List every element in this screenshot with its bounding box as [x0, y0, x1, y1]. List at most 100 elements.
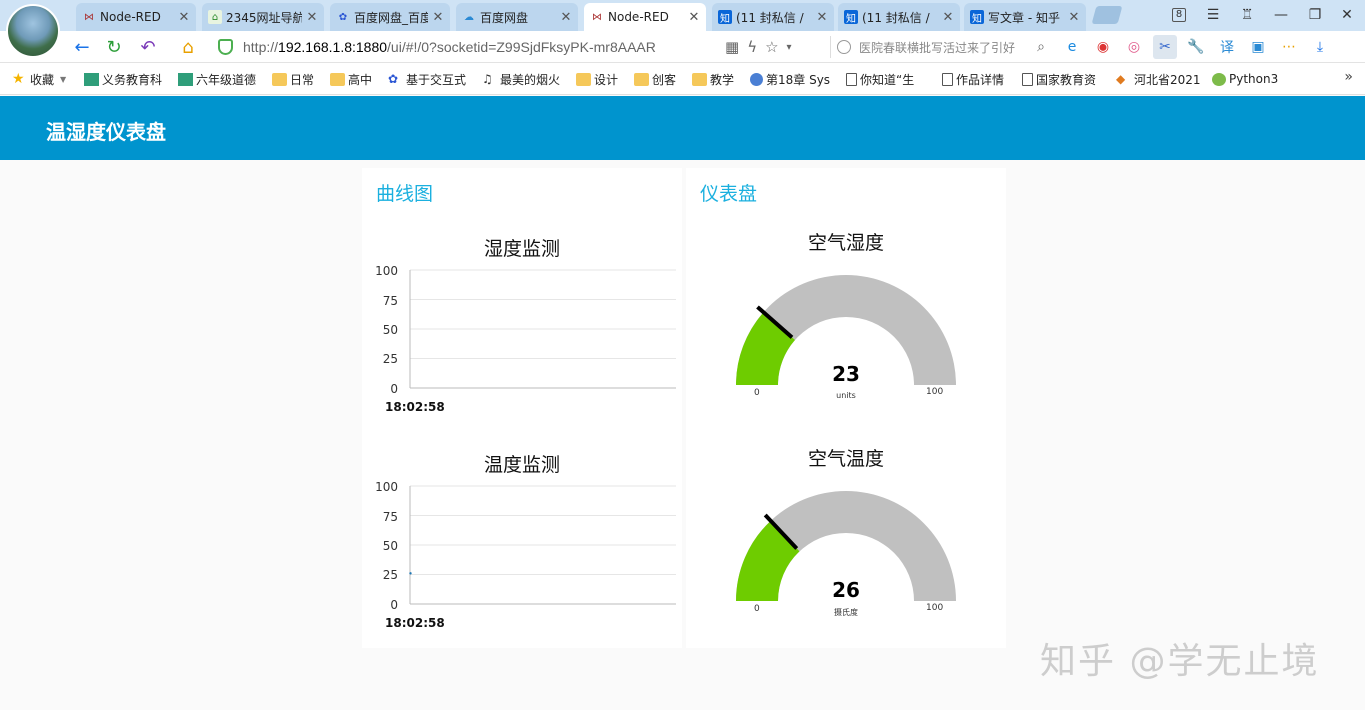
tab-baidu-pan[interactable]: ☁ 百度网盘 ✕ [456, 3, 578, 31]
bookmark-star-icon[interactable]: ☆ [765, 38, 778, 56]
bookmark-folder[interactable]: 设计 [576, 69, 618, 89]
bookmark-item[interactable]: ★ 收藏 ▼ [12, 69, 66, 89]
bookmark-item[interactable]: 作品详情 [942, 69, 1004, 89]
temperature-chart-title: 温度监测 [483, 454, 560, 476]
minimize-icon[interactable]: — [1268, 4, 1294, 26]
tab-zhihu-2[interactable]: 知 (11 封私信 / ✕ [838, 3, 960, 31]
bookmark-site-icon [84, 72, 99, 86]
bookmark-folder[interactable]: 高中 [330, 69, 372, 89]
star-icon: ★ [12, 70, 25, 87]
bookmark-label: 你知道“生 [860, 72, 915, 87]
close-window-icon[interactable]: ✕ [1334, 4, 1360, 26]
temperature-line-chart [409, 485, 676, 605]
close-icon[interactable]: ✕ [178, 10, 190, 25]
menu-icon[interactable]: ☰ [1200, 4, 1226, 26]
refresh-icon[interactable]: ↻ [102, 35, 126, 59]
y-tick-label: 75 [382, 294, 398, 308]
bookmark-item[interactable]: ◆ 河北省2021 [1116, 69, 1201, 89]
ie-icon[interactable]: e [1060, 35, 1084, 59]
tab-zhihu-write[interactable]: 知 写文章 - 知乎 ✕ [964, 3, 1086, 31]
new-tab-button[interactable] [1091, 6, 1123, 24]
bookmark-folder[interactable]: 日常 [272, 69, 314, 89]
close-icon[interactable]: ✕ [560, 10, 572, 25]
folder-icon [272, 72, 287, 86]
dashboard-title: 温湿度仪表盘 [46, 120, 166, 144]
bookmark-item[interactable]: 国家教育资 [1022, 69, 1096, 89]
zhihu-watermark: 知乎 @学无止境 [1040, 641, 1320, 682]
zhihu-icon: 知 [718, 10, 732, 25]
bookmark-label: 设计 [594, 72, 619, 87]
close-icon[interactable]: ✕ [816, 10, 828, 25]
bookmark-label: 高中 [348, 72, 373, 87]
gauge-max-label: 100 [926, 387, 944, 397]
download-icon[interactable]: ⤓ [1308, 35, 1332, 59]
bookmark-item[interactable]: Python3 [1212, 69, 1278, 89]
bookmark-label: 义务教育科 [102, 72, 163, 87]
bookmark-label: 创客 [652, 72, 677, 87]
skin-icon[interactable]: ♖ [1234, 4, 1260, 26]
humidity-line-chart [409, 269, 676, 389]
navigation-bar: ← ↻ ↶ ⌂ http://192.168.1.8:1880/ui/#!/0?… [0, 31, 1365, 63]
url-scheme: http:// [243, 39, 279, 55]
bookmark-item[interactable]: ✿ 基于交互式 [388, 69, 466, 89]
lightning-icon[interactable]: ϟ [747, 38, 757, 56]
search-box[interactable]: 医院春联横批写活过来了引好 ⌕ [830, 36, 1045, 58]
qr-code-icon[interactable]: ▦ [725, 38, 739, 56]
tab-baidu[interactable]: ✿ 百度网盘_百度 ✕ [330, 3, 450, 31]
user-avatar[interactable] [6, 4, 60, 58]
tab-label: 百度网盘_百度 [354, 10, 428, 25]
bookmark-label: 第18章 Sys [766, 72, 831, 87]
back-arrow-icon[interactable]: ← [70, 35, 94, 59]
bookmark-folder[interactable]: 教学 [692, 69, 734, 89]
undo-icon[interactable]: ↶ [136, 35, 160, 59]
tab-node-red-1[interactable]: ⋈ Node-RED ✕ [76, 3, 196, 31]
more-icon[interactable]: ⋯ [1277, 35, 1301, 59]
search-engine-icon [837, 40, 851, 54]
y-tick-label: 25 [382, 568, 398, 582]
close-icon[interactable]: ✕ [432, 10, 444, 25]
bookmark-label: 收藏 [30, 72, 55, 87]
bookmark-item[interactable]: 你知道“生 [846, 69, 914, 89]
tab-node-red-active[interactable]: ⋈ Node-RED ✕ [584, 3, 706, 31]
tab-2345[interactable]: ⌂ 2345网址导航 ✕ [202, 3, 324, 31]
humidity-gauge-title: 空气湿度 [807, 232, 884, 254]
y-tick-label: 100 [375, 264, 398, 278]
bookmark-item[interactable]: 第18章 Sys [750, 69, 830, 89]
tab-zhihu-1[interactable]: 知 (11 封私信 / ✕ [712, 3, 834, 31]
close-icon[interactable]: ✕ [942, 10, 954, 25]
maximize-icon[interactable]: ❐ [1302, 4, 1328, 26]
close-icon[interactable]: ✕ [1068, 10, 1080, 25]
bookmark-site-icon [178, 72, 193, 86]
bookmark-item[interactable]: 义务教育科 [84, 69, 162, 89]
2345-icon: ⌂ [208, 10, 222, 24]
group-title-gauges: 仪表盘 [700, 183, 758, 205]
close-icon[interactable]: ✕ [306, 10, 318, 25]
bookmark-folder[interactable]: 创客 [634, 69, 676, 89]
y-tick-label: 50 [382, 323, 398, 337]
x-tick-label: 18:02:58 [385, 400, 445, 414]
dropdown-arrow-icon[interactable]: ▾ [787, 42, 792, 53]
gauge-min-label: 0 [754, 388, 760, 398]
document-icon [942, 72, 953, 86]
dashboard-header: 温湿度仪表盘 [0, 96, 1365, 160]
folder-icon [634, 72, 649, 86]
paw-icon: ✿ [388, 71, 399, 86]
translate-icon[interactable]: 译 [1215, 35, 1239, 59]
close-icon[interactable]: ✕ [688, 10, 700, 25]
scissors-icon[interactable]: ✂ [1153, 35, 1177, 59]
bookmark-label: 基于交互式 [406, 72, 467, 87]
search-icon[interactable]: ⌕ [1037, 39, 1045, 55]
gauge-min-label: 0 [754, 604, 760, 614]
screen-icon[interactable]: ▣ [1246, 35, 1270, 59]
wrench-icon[interactable]: 🔧 [1184, 35, 1208, 59]
weibo-icon[interactable]: ◉ [1091, 35, 1115, 59]
bookmark-item[interactable]: 六年级道德 [178, 69, 256, 89]
search-text: 医院春联横批写活过来了引好 [859, 40, 1016, 55]
window-count[interactable]: 8 [1166, 4, 1192, 26]
temperature-gauge-title: 空气温度 [807, 448, 884, 470]
url-host: 192.168.1.8:1880 [278, 39, 388, 55]
bookmarks-overflow-button[interactable]: » [1344, 69, 1353, 85]
circle-ext-icon[interactable]: ◎ [1122, 35, 1146, 59]
bookmark-item[interactable]: ♫ 最美的烟火 [482, 69, 560, 89]
home-icon[interactable]: ⌂ [176, 35, 200, 59]
